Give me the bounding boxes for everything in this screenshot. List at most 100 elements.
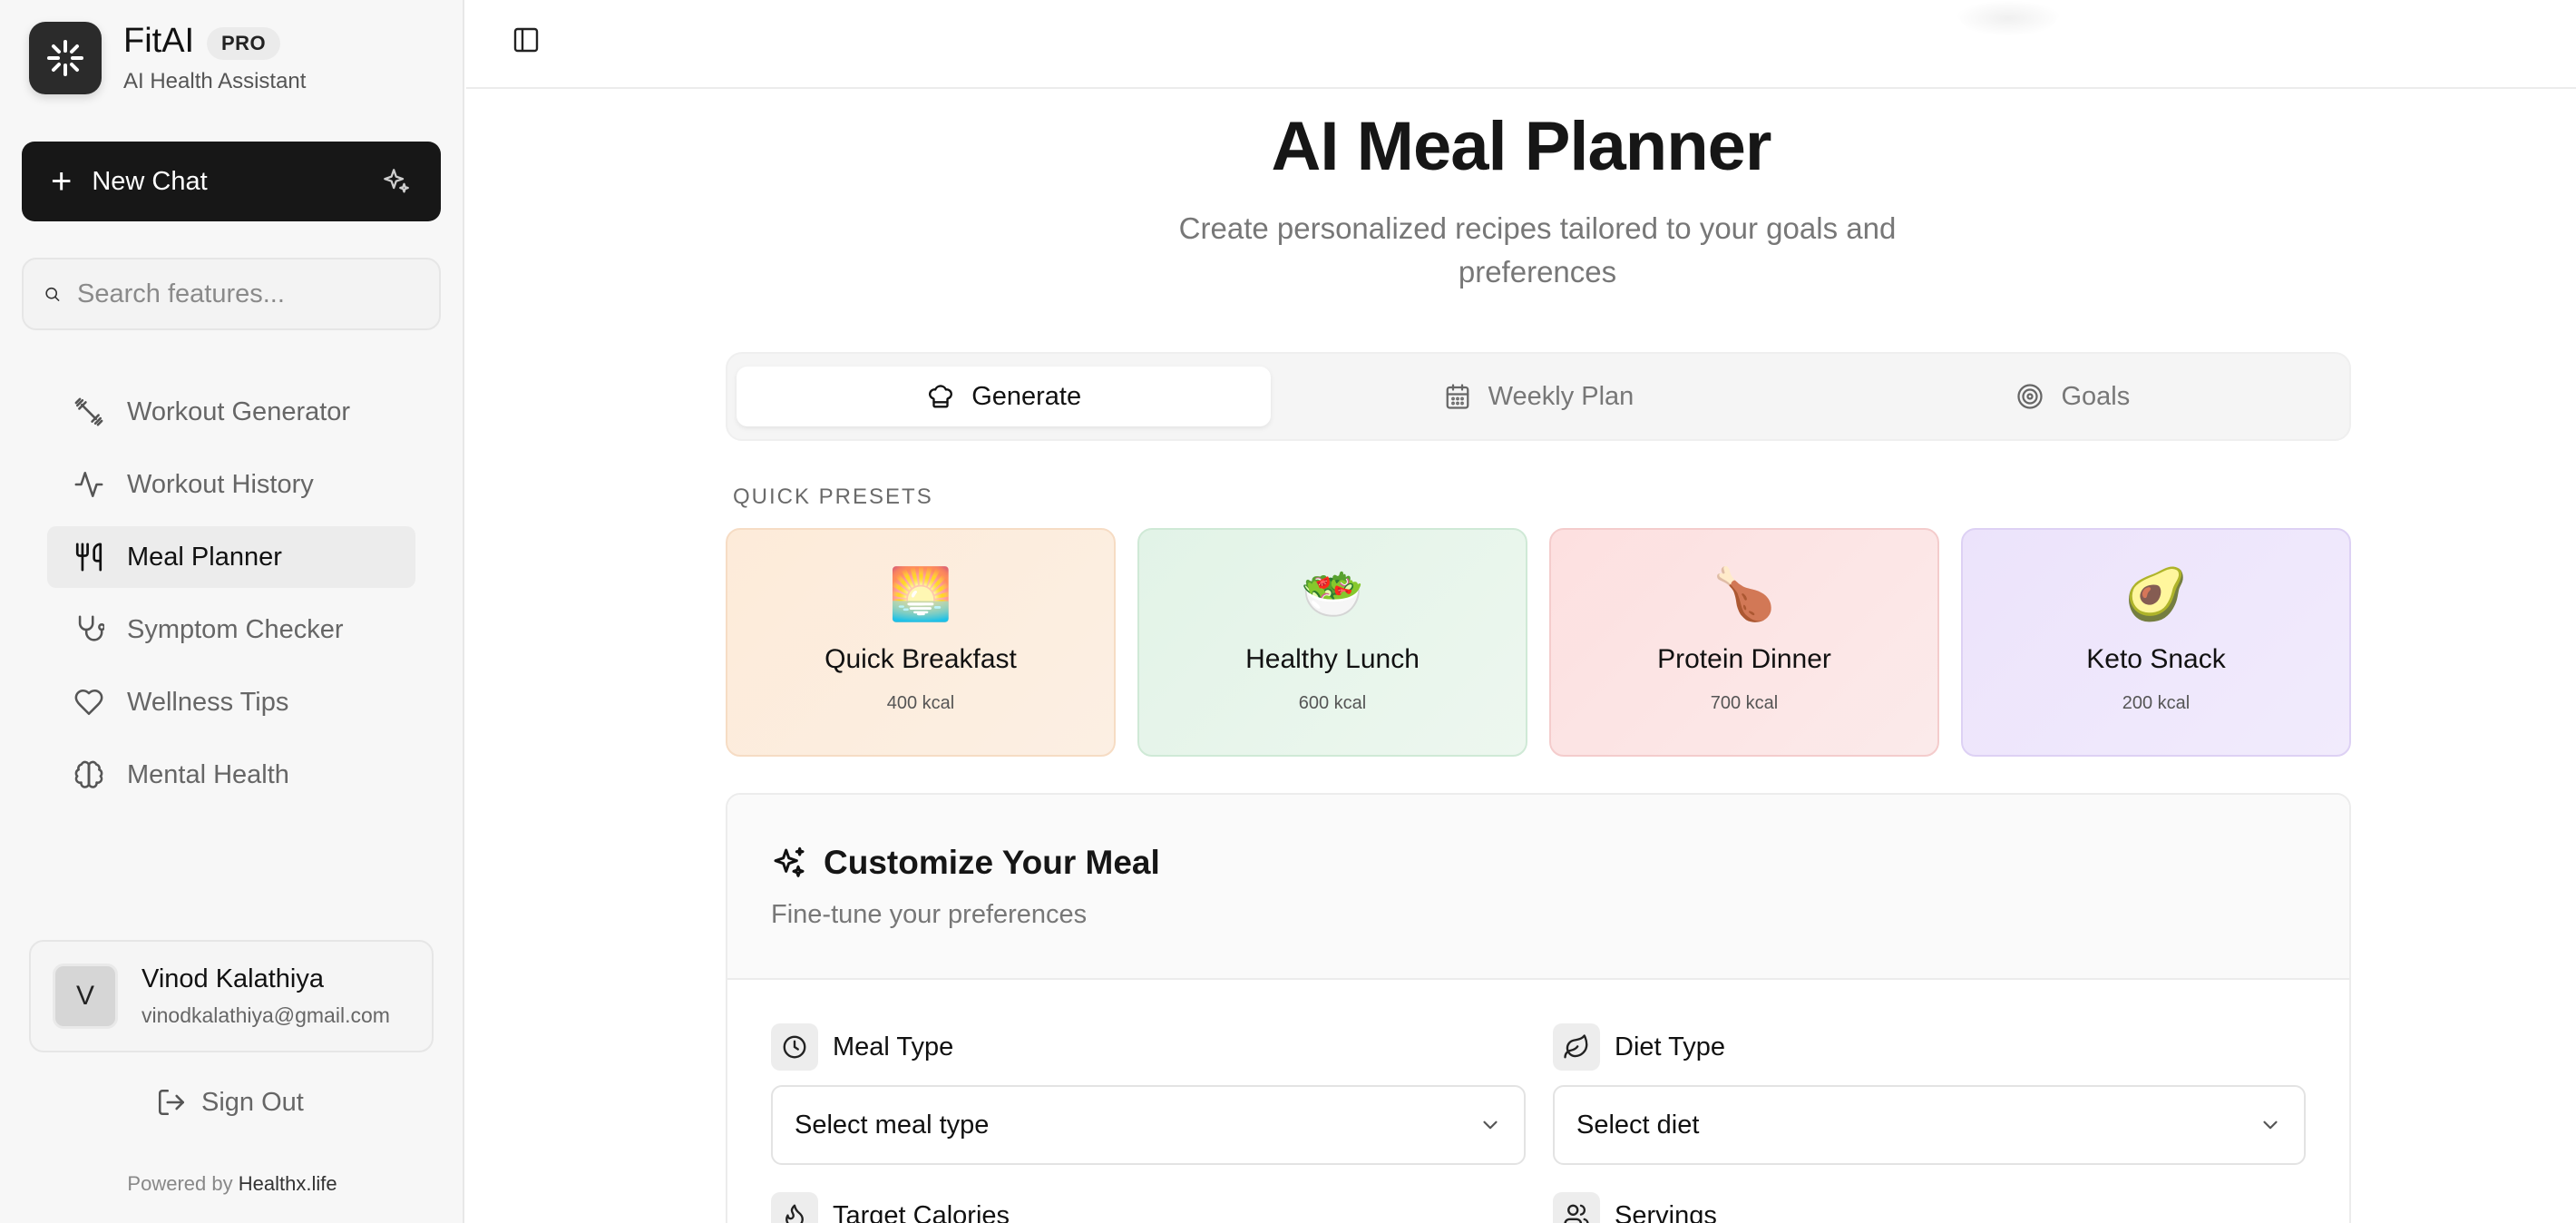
meal-type-label: Meal Type xyxy=(771,1023,953,1071)
new-chat-label: New Chat xyxy=(92,166,208,196)
sidebar-item-label: Meal Planner xyxy=(127,542,282,572)
preset-kcal: 400 kcal xyxy=(886,693,955,713)
plus-icon: + xyxy=(51,161,73,201)
diet-type-label: Diet Type xyxy=(1553,1023,1725,1071)
preset-name: Quick Breakfast xyxy=(825,644,1017,674)
preset-name: Keto Snack xyxy=(2086,644,2226,674)
sidebar-item-wellness-tips[interactable]: Wellness Tips xyxy=(47,671,415,733)
decorative-glow xyxy=(1954,0,2063,36)
target-calories-label: Target Calories xyxy=(771,1192,1010,1223)
page-subtitle: Create personalized recipes tailored to … xyxy=(1178,211,1897,289)
meal-type-select[interactable]: Select meal type xyxy=(771,1085,1526,1165)
sparkle-logo-icon xyxy=(47,40,83,76)
preset-kcal: 200 kcal xyxy=(2122,693,2191,713)
brand-subtitle: AI Health Assistant xyxy=(123,69,307,93)
sidebar-item-symptom-checker[interactable]: Symptom Checker xyxy=(47,599,415,660)
users-icon xyxy=(1553,1192,1600,1223)
tab-goals[interactable]: Goals xyxy=(1806,367,2340,426)
pro-badge: PRO xyxy=(207,27,281,60)
salad-icon: 🥗 xyxy=(1301,565,1364,622)
chevron-down-icon xyxy=(1483,1120,1498,1130)
sparkles-icon xyxy=(774,846,805,877)
sidebar: FitAI PRO AI Health Assistant + New Chat… xyxy=(0,0,464,1223)
customize-subtitle: Fine-tune your preferences xyxy=(771,900,1088,929)
sidebar-item-workout-generator[interactable]: Workout Generator xyxy=(47,381,415,443)
sidebar-item-mental-health[interactable]: Mental Health xyxy=(47,744,415,806)
page-title: AI Meal Planner xyxy=(1271,108,1772,185)
search-icon xyxy=(45,287,60,301)
log-out-icon xyxy=(158,1089,185,1116)
customize-header: Customize Your Meal Fine-tune your prefe… xyxy=(727,795,2349,980)
powered-by-text: Powered by xyxy=(127,1172,233,1195)
new-chat-button[interactable]: + New Chat xyxy=(22,142,441,221)
tab-label: Goals xyxy=(2061,381,2131,411)
preset-kcal: 600 kcal xyxy=(1298,693,1367,713)
sidebar-toggle-button[interactable] xyxy=(510,24,542,56)
brain-icon xyxy=(73,758,105,791)
select-value: Select meal type xyxy=(795,1110,990,1140)
servings-label: Servings xyxy=(1553,1192,1717,1223)
preset-protein-dinner[interactable]: 🍗 Protein Dinner 700 kcal xyxy=(1549,528,1939,757)
calendar-icon xyxy=(1443,382,1472,411)
customize-meal-card: Customize Your Meal Fine-tune your prefe… xyxy=(726,793,2351,1223)
sign-out-label: Sign Out xyxy=(201,1087,304,1117)
flame-icon xyxy=(771,1192,818,1223)
preset-name: Healthy Lunch xyxy=(1245,644,1420,674)
sidebar-item-label: Workout History xyxy=(127,469,314,499)
sparkles-icon xyxy=(384,169,409,193)
sidebar-nav: Workout Generator Workout History Meal P… xyxy=(47,381,415,817)
field-label-text: Meal Type xyxy=(833,1032,954,1062)
utensils-icon xyxy=(73,541,105,573)
quick-presets-heading: QUICK PRESETS xyxy=(733,484,933,509)
field-label-text: Diet Type xyxy=(1615,1032,1725,1062)
clock-icon xyxy=(771,1023,818,1071)
stethoscope-icon xyxy=(73,613,105,646)
search-input[interactable] xyxy=(77,279,419,309)
preset-name: Protein Dinner xyxy=(1657,644,1831,674)
select-value: Select diet xyxy=(1576,1110,1700,1140)
feature-search[interactable] xyxy=(22,258,441,330)
app-logo[interactable] xyxy=(29,22,102,94)
panel-left-icon xyxy=(513,27,539,53)
preset-quick-breakfast[interactable]: 🌅 Quick Breakfast 400 kcal xyxy=(726,528,1116,757)
avatar: V xyxy=(53,964,118,1029)
sidebar-item-label: Wellness Tips xyxy=(127,687,289,717)
sidebar-item-label: Workout Generator xyxy=(127,396,351,426)
sidebar-item-meal-planner[interactable]: Meal Planner xyxy=(47,526,415,588)
tab-label: Weekly Plan xyxy=(1488,381,1634,411)
tab-generate[interactable]: Generate xyxy=(737,367,1272,426)
sidebar-item-workout-history[interactable]: Workout History xyxy=(47,454,415,515)
chef-hat-icon xyxy=(926,382,955,411)
avocado-icon: 🥑 xyxy=(2124,565,2188,622)
activity-icon xyxy=(73,468,105,501)
sidebar-item-label: Mental Health xyxy=(127,759,289,789)
preset-kcal: 700 kcal xyxy=(1710,693,1779,713)
user-info: Vinod Kalathiya vinodkalathiya@gmail.com xyxy=(141,964,390,1028)
field-label-text: Servings xyxy=(1615,1200,1717,1223)
user-name: Vinod Kalathiya xyxy=(141,964,325,993)
sunrise-icon: 🌅 xyxy=(889,565,952,622)
drumstick-icon: 🍗 xyxy=(1712,565,1776,622)
diet-type-select[interactable]: Select diet xyxy=(1553,1085,2306,1165)
powered-by: Powered by Healthx.life xyxy=(0,1172,464,1196)
heart-icon xyxy=(73,686,105,719)
brand-name: FitAI xyxy=(123,22,195,60)
preset-keto-snack[interactable]: 🥑 Keto Snack 200 kcal xyxy=(1961,528,2351,757)
target-icon xyxy=(2015,382,2044,411)
sign-out-button[interactable]: Sign Out xyxy=(156,1087,304,1118)
sidebar-item-label: Symptom Checker xyxy=(127,614,344,644)
powered-by-link[interactable]: Healthx.life xyxy=(239,1172,337,1195)
leaf-icon xyxy=(1553,1023,1600,1071)
tab-label: Generate xyxy=(971,381,1082,411)
preset-healthy-lunch[interactable]: 🥗 Healthy Lunch 600 kcal xyxy=(1137,528,1527,757)
dumbbell-icon xyxy=(73,396,105,428)
user-email: vinodkalathiya@gmail.com xyxy=(141,1003,390,1027)
field-label-text: Target Calories xyxy=(833,1200,1010,1223)
quick-presets: 🌅 Quick Breakfast 400 kcal 🥗 Healthy Lun… xyxy=(726,528,2351,757)
customize-title: Customize Your Meal xyxy=(824,844,1160,881)
chevron-down-icon xyxy=(2263,1120,2278,1130)
planner-tabs: Generate Weekly Plan Goals xyxy=(726,352,2351,441)
tab-weekly-plan[interactable]: Weekly Plan xyxy=(1271,367,1805,426)
user-profile-card[interactable]: V Vinod Kalathiya vinodkalathiya@gmail.c… xyxy=(29,940,434,1052)
top-bar xyxy=(466,0,2576,89)
